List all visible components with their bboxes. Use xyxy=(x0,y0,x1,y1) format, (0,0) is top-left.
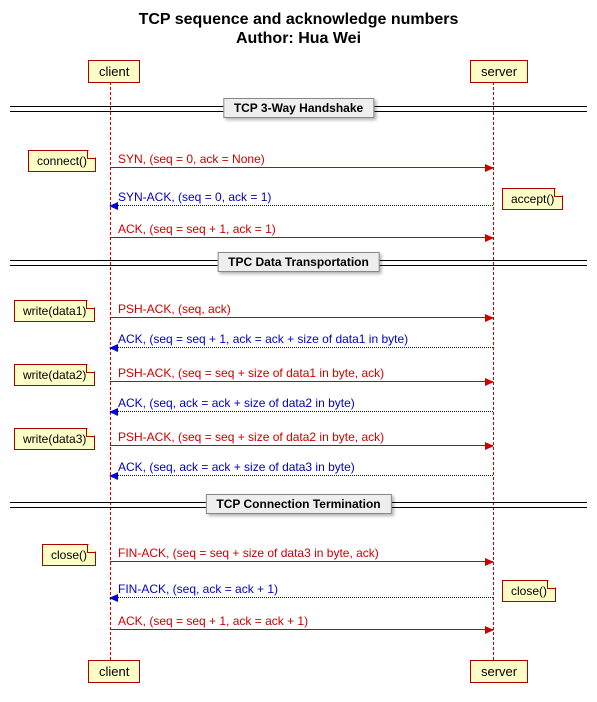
message-finack1-label: FIN-ACK, (seq = seq + size of data3 in b… xyxy=(118,546,379,560)
message-pshack2-label: PSH-ACK, (seq = seq + size of data1 in b… xyxy=(118,366,384,380)
message-ack-d1-label: ACK, (seq = seq + 1, ack = ack + size of… xyxy=(118,332,408,346)
message-ack-d3-label: ACK, (seq, ack = ack + size of data3 in … xyxy=(118,460,355,474)
message-finack2-label: FIN-ACK, (seq, ack = ack + 1) xyxy=(118,582,278,596)
note-write1: write(data1) xyxy=(14,300,95,322)
sequence-diagram: TCP sequence and acknowledge numbers Aut… xyxy=(10,10,587,692)
message-ack-last-label: ACK, (seq = seq + 1, ack = ack + 1) xyxy=(118,614,308,628)
message-syn-label: SYN, (seq = 0, ack = None) xyxy=(118,152,265,166)
participant-client-bottom: client xyxy=(88,660,140,683)
message-finack1: FIN-ACK, (seq = seq + size of data3 in b… xyxy=(110,544,493,562)
diagram-title: TCP sequence and acknowledge numbers Aut… xyxy=(10,10,587,48)
message-ack-d2-label: ACK, (seq, ack = ack + size of data2 in … xyxy=(118,396,355,410)
message-synack-label: SYN-ACK, (seq = 0, ack = 1) xyxy=(118,190,271,204)
message-pshack1: PSH-ACK, (seq, ack) xyxy=(110,300,493,318)
message-ack-d1: ACK, (seq = seq + 1, ack = ack + size of… xyxy=(110,330,493,348)
title-line-2: Author: Hua Wei xyxy=(236,30,361,47)
message-ack1: ACK, (seq = seq + 1, ack = 1) xyxy=(110,220,493,238)
message-syn: SYN, (seq = 0, ack = None) xyxy=(110,150,493,168)
message-pshack2: PSH-ACK, (seq = seq + size of data1 in b… xyxy=(110,364,493,382)
note-write2: write(data2) xyxy=(14,364,95,386)
divider-label-handshake: TCP 3-Way Handshake xyxy=(223,98,374,118)
participant-server-top: server xyxy=(470,60,528,83)
participant-server-bottom: server xyxy=(470,660,528,683)
note-close-client: close() xyxy=(42,544,96,566)
participant-client-top: client xyxy=(88,60,140,83)
divider-label-termination: TCP Connection Termination xyxy=(205,494,391,514)
message-ack1-label: ACK, (seq = seq + 1, ack = 1) xyxy=(118,222,276,236)
message-ack-last: ACK, (seq = seq + 1, ack = ack + 1) xyxy=(110,612,493,630)
note-connect: connect() xyxy=(28,150,96,172)
message-pshack3: PSH-ACK, (seq = seq + size of data2 in b… xyxy=(110,428,493,446)
divider-label-data: TPC Data Transportation xyxy=(217,252,380,272)
message-pshack1-label: PSH-ACK, (seq, ack) xyxy=(118,302,231,316)
message-finack2: FIN-ACK, (seq, ack = ack + 1) xyxy=(110,580,493,598)
message-pshack3-label: PSH-ACK, (seq = seq + size of data2 in b… xyxy=(118,430,384,444)
message-ack-d3: ACK, (seq, ack = ack + size of data3 in … xyxy=(110,458,493,476)
message-synack: SYN-ACK, (seq = 0, ack = 1) xyxy=(110,188,493,206)
note-accept: accept() xyxy=(502,188,563,210)
title-line-1: TCP sequence and acknowledge numbers xyxy=(139,11,459,28)
message-ack-d2: ACK, (seq, ack = ack + size of data2 in … xyxy=(110,394,493,412)
note-close-server: close() xyxy=(502,580,556,602)
note-write3: write(data3) xyxy=(14,428,95,450)
